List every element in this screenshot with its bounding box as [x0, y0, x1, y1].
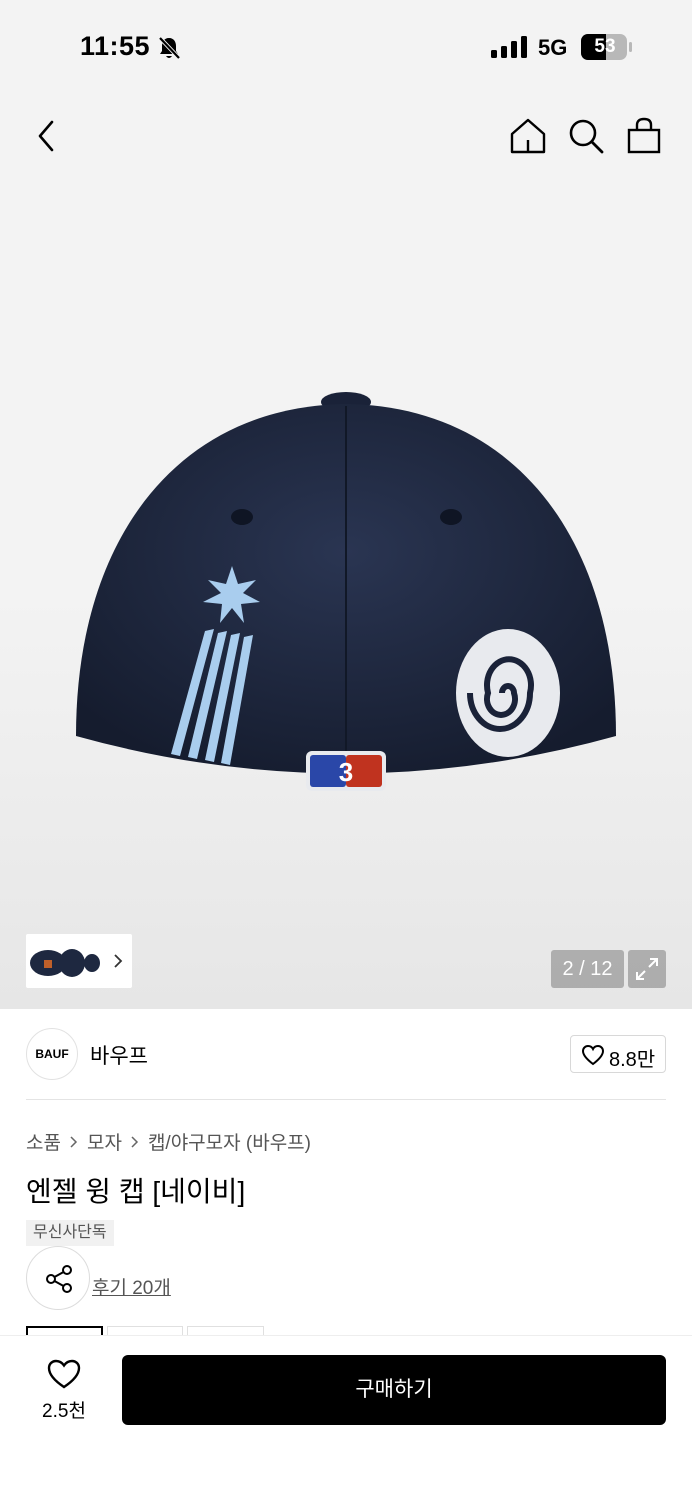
battery-level: 53 [594, 36, 616, 57]
brand-like-count: 8.8만 [609, 1049, 656, 1071]
svg-text:3: 3 [339, 757, 353, 787]
home-icon[interactable] [506, 114, 550, 158]
share-icon [46, 1265, 72, 1293]
brand-logo[interactable]: BAUF [26, 1028, 78, 1080]
image-page-counter: 2 / 12 [551, 950, 624, 988]
chevron-right-icon [131, 1135, 138, 1148]
heart-icon [581, 1044, 605, 1066]
network-type: 5G [538, 35, 568, 60]
breadcrumb-item[interactable]: 소품 [26, 1128, 61, 1155]
buy-button[interactable]: 구매하기 [122, 1355, 666, 1425]
bell-muted-icon [158, 36, 181, 60]
chevron-right-icon [70, 1135, 78, 1148]
signal-icon [491, 36, 527, 58]
product-title: 엔젤 윙 캡 [네이비] [26, 1176, 246, 1207]
back-icon[interactable] [24, 114, 68, 158]
exclusive-badge: 무신사단독 [26, 1220, 114, 1246]
chevron-right-icon [114, 954, 123, 968]
brand-name[interactable]: 바우프 [90, 1040, 148, 1070]
product-image-gallery[interactable]: 3 2 / 12 [0, 96, 692, 1009]
thumbnail-strip[interactable] [26, 934, 132, 988]
breadcrumb-item[interactable]: 캡/야구모자 (바우프) [148, 1128, 311, 1155]
expand-icon[interactable] [628, 950, 666, 988]
shopping-bag-icon[interactable] [622, 114, 666, 158]
search-icon[interactable] [564, 114, 608, 158]
divider [26, 1099, 666, 1100]
status-bar: 11:55 5G 53 [0, 0, 692, 96]
wishlist-count: 2.5천 [42, 1401, 86, 1422]
status-time: 11:55 [80, 31, 151, 61]
brand-like-button[interactable]: 8.8만 [570, 1035, 666, 1073]
review-link[interactable]: 후기 20개 [92, 1273, 171, 1300]
thumbnail-images [30, 949, 100, 977]
breadcrumb-item[interactable]: 모자 [87, 1128, 122, 1155]
wishlist-heart-icon[interactable] [46, 1358, 82, 1390]
breadcrumb: 소품 모자 캡/야구모자 (바우프) [26, 1128, 311, 1155]
product-photo[interactable]: 3 [70, 386, 622, 806]
share-button[interactable] [26, 1246, 90, 1310]
